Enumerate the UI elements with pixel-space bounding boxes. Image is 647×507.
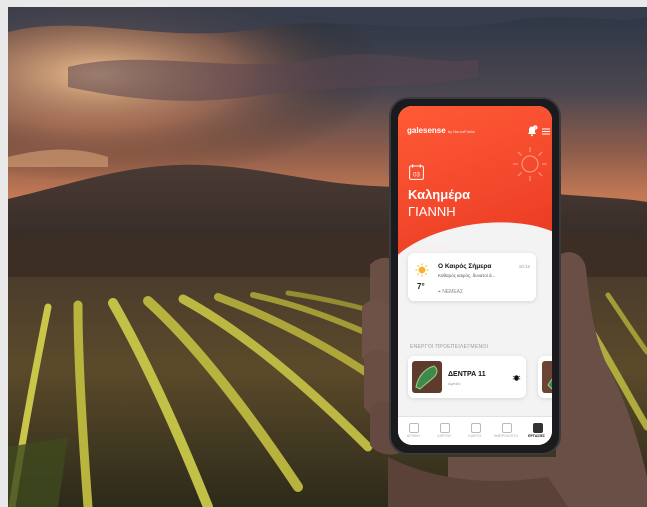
nav-weather-label: ΚΑΙΡΟΣ (468, 434, 482, 438)
field-map-thumbnail (412, 361, 442, 393)
weather-card[interactable]: 7° Ο Καιρός Σήμερα 10:12 Καθαρός καιρός,… (408, 253, 536, 301)
bottom-nav: ΑΡΧΙΚΗ ΧΑΡΤΗΣ ΚΑΙΡΟΣ ΗΜΕΡΟΛΟΓΙΟ ΕΡΓΑΣΙΕΣ (398, 416, 552, 445)
record-card[interactable]: ΔΕΝΤΡΑ 11 Αμπέλι (408, 356, 526, 398)
home-icon (409, 423, 420, 433)
cloud-icon (470, 423, 481, 433)
field-map-shape-next (547, 378, 552, 390)
weather-card-title: Ο Καιρός Σήμερα (438, 263, 492, 270)
calendar-date-icon: 03 (409, 164, 424, 180)
map-icon (440, 423, 451, 433)
location-pin-icon: ⌖ (438, 289, 441, 295)
greeting-text: Καλημέρα (408, 187, 471, 202)
app-logo-text: galesense (407, 126, 446, 135)
record-subtitle: Αμπέλι (448, 381, 461, 386)
calendar-icon (501, 423, 512, 433)
field-map-shape (415, 365, 438, 390)
weather-card-time: 10:12 (518, 264, 530, 269)
nav-tasks[interactable]: ΕΡΓΑΣΙΕΣ (521, 417, 552, 445)
calendar-day: 03 (413, 173, 420, 179)
nav-weather[interactable]: ΚΑΙΡΟΣ (460, 417, 491, 445)
notifications-section-title: ΕΙΔΟΠΟΙΗΣΕΙΣ (410, 246, 449, 252)
weather-location: ⌖ ΝΕΜΕΑΣ (438, 289, 463, 295)
record-name: ΔΕΝΤΡΑ 11 (448, 371, 486, 378)
temperature: 7° (417, 282, 425, 291)
bell-icon[interactable]: 1 (526, 125, 538, 137)
app-logo: galesense by NeuroPublic (407, 126, 475, 135)
weather-location-label: ΝΕΜΕΑΣ (442, 289, 464, 295)
photo-frame: galesense by NeuroPublic 1 03 Καλημέρα Γ… (8, 7, 647, 507)
records-section-title: ΕΝΕΡΓΟΙ ΠΡΟΕΠΕΙΛΕΓΜΕΝΟΙ (410, 344, 489, 350)
app-logo-by: by NeuroPublic (447, 129, 476, 134)
nav-map[interactable]: ΧΑΡΤΗΣ (429, 417, 460, 445)
nav-home-label: ΑΡΧΙΚΗ (406, 434, 420, 438)
weather-sun-icon (415, 263, 429, 277)
nav-tasks-label: ΕΡΓΑΣΙΕΣ (528, 434, 546, 438)
weather-description: Καθαρός καιρός, δυνατοί ά... (438, 273, 496, 278)
tasks-icon (532, 423, 543, 433)
nav-map-label: ΧΑΡΤΗΣ (437, 434, 452, 438)
field-map-thumbnail-next (542, 361, 552, 393)
nav-home[interactable]: ΑΡΧΙΚΗ (398, 417, 429, 445)
nav-calendar-label: ΗΜΕΡΟΛΟΓΙΟ (493, 434, 518, 438)
app-screen: galesense by NeuroPublic 1 03 Καλημέρα Γ… (398, 106, 552, 445)
menu-icon[interactable] (542, 128, 550, 135)
nav-calendar[interactable]: ΗΜΕΡΟΛΟΓΙΟ (490, 417, 521, 445)
sun-outline-icon (513, 147, 547, 181)
bug-icon (512, 375, 521, 381)
record-card-next[interactable] (538, 356, 552, 398)
user-name: ΓΙΑΝΝΗ (408, 204, 456, 219)
